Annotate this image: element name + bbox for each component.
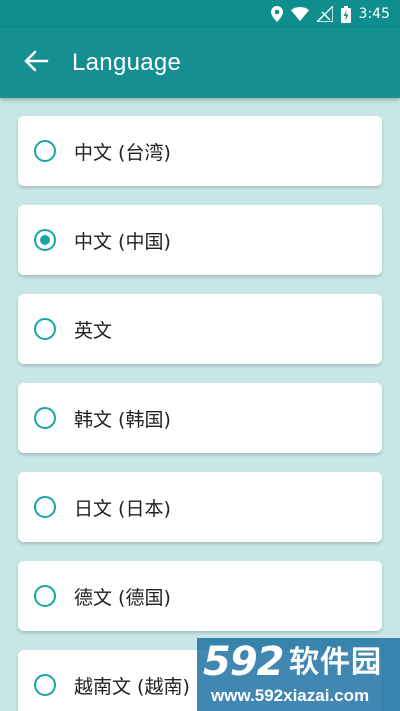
language-option-de[interactable]: 德文 (德国): [18, 561, 382, 631]
radio-button[interactable]: [34, 318, 56, 340]
language-option-zh-tw[interactable]: 中文 (台湾): [18, 116, 382, 186]
language-label: 韩文 (韩国): [74, 408, 171, 431]
language-option-ja[interactable]: 日文 (日本): [18, 472, 382, 542]
radio-button[interactable]: [34, 674, 56, 696]
radio-button[interactable]: [34, 585, 56, 607]
signal-icon: [316, 6, 333, 22]
battery-charging-icon: [340, 5, 351, 23]
watermark-site-name: 软件园: [289, 645, 382, 680]
language-label: 日文 (日本): [74, 497, 171, 520]
radio-button[interactable]: [34, 140, 56, 162]
radio-button[interactable]: [34, 496, 56, 518]
status-bar: 3:45: [0, 0, 400, 28]
language-option-ko[interactable]: 韩文 (韩国): [18, 383, 382, 453]
language-label: 越南文 (越南): [74, 675, 190, 698]
language-option-en[interactable]: 英文: [18, 294, 382, 364]
back-button[interactable]: [16, 43, 56, 83]
language-option-zh-cn[interactable]: 中文 (中国): [18, 205, 382, 275]
language-label: 英文: [74, 319, 113, 342]
page-title: Language: [72, 49, 182, 76]
language-label: 中文 (中国): [74, 230, 171, 253]
watermark-number: 592: [203, 639, 284, 685]
watermark-url: www.592xiazai.com: [211, 686, 370, 705]
radio-button[interactable]: [34, 407, 56, 429]
language-label: 德文 (德国): [74, 586, 171, 609]
language-label: 中文 (台湾): [74, 141, 171, 164]
arrow-left-icon: [23, 49, 49, 77]
watermark-logo: 592 软件园 www.592xiazai.com: [197, 638, 400, 711]
status-time: 3:45: [358, 6, 390, 22]
language-list: 中文 (台湾) 中文 (中国) 英文 韩文 (韩国) 日文 (日本) 德文 (德…: [18, 116, 382, 711]
wifi-icon: [290, 7, 309, 21]
location-icon: [270, 6, 283, 22]
app-bar: Language: [0, 28, 400, 98]
radio-button-selected[interactable]: [34, 229, 56, 251]
